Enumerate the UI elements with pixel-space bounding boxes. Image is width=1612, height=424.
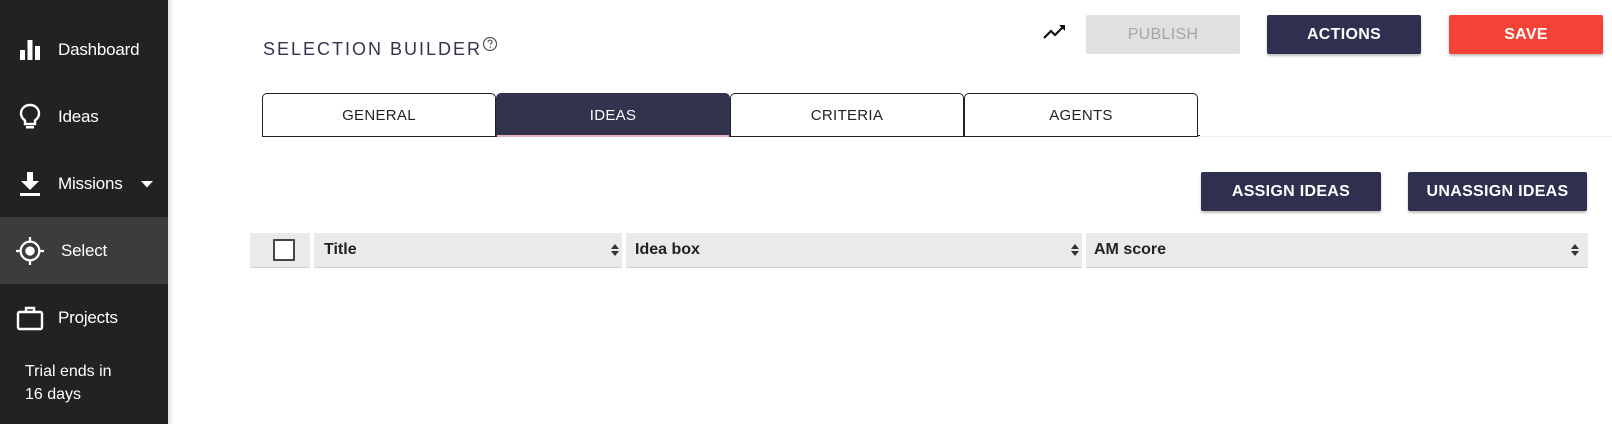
chevron-down-icon[interactable]	[141, 181, 153, 188]
tab-general[interactable]: GENERAL	[262, 93, 496, 136]
tab-ideas[interactable]: IDEAS	[496, 93, 730, 137]
sort-icon[interactable]	[611, 244, 619, 256]
sidebar-item-ideas[interactable]: Ideas	[0, 83, 168, 150]
sidebar-item-projects[interactable]: Projects	[0, 284, 168, 351]
download-icon	[16, 170, 44, 198]
save-button[interactable]: SAVE	[1449, 15, 1603, 54]
sidebar-item-label: Select	[61, 240, 108, 260]
trial-text-line1: Trial ends in	[25, 363, 112, 380]
app-root: Dashboard Ideas Missions Select Projects…	[0, 0, 1612, 424]
sidebar: Dashboard Ideas Missions Select Projects…	[0, 0, 168, 424]
trial-text-line2: 16 days	[25, 386, 82, 403]
column-header-idea-box[interactable]: Idea box	[635, 241, 700, 259]
unassign-ideas-button[interactable]: UNASSIGN IDEAS	[1408, 172, 1587, 211]
publish-button[interactable]: PUBLISH	[1086, 15, 1240, 54]
column-separator	[622, 233, 626, 268]
bar-chart-icon	[16, 36, 44, 64]
sidebar-item-label: Dashboard	[58, 39, 140, 59]
column-header-am-score[interactable]: AM score	[1094, 241, 1166, 259]
column-separator	[310, 233, 314, 268]
sort-icon[interactable]	[1571, 244, 1579, 256]
help-icon[interactable]	[482, 36, 498, 52]
trending-up-icon[interactable]	[1043, 23, 1067, 41]
divider	[1198, 136, 1612, 137]
actions-button[interactable]: ACTIONS	[1267, 15, 1421, 54]
sidebar-item-select[interactable]: Select	[0, 217, 168, 284]
sidebar-item-label: Missions	[58, 173, 123, 193]
sidebar-item-missions[interactable]: Missions	[0, 150, 168, 217]
column-separator	[1082, 233, 1086, 268]
sidebar-item-label: Projects	[58, 307, 118, 327]
sidebar-shadow	[168, 0, 174, 424]
trial-notice: Trial ends in 16 days	[25, 360, 155, 406]
column-header-title[interactable]: Title	[324, 241, 357, 259]
tab-criteria[interactable]: CRITERIA	[730, 93, 964, 136]
tab-agents[interactable]: AGENTS	[964, 93, 1198, 136]
table-header	[250, 233, 1588, 268]
target-icon	[16, 236, 44, 265]
page-title: SELECTION BUILDER	[263, 39, 483, 59]
sidebar-item-dashboard[interactable]: Dashboard	[0, 16, 168, 83]
select-all-checkbox[interactable]	[273, 239, 295, 261]
sidebar-item-label: Ideas	[58, 106, 99, 126]
sort-icon[interactable]	[1071, 244, 1079, 256]
lightbulb-icon	[16, 103, 44, 131]
assign-ideas-button[interactable]: ASSIGN IDEAS	[1201, 172, 1381, 211]
briefcase-icon	[16, 304, 44, 332]
